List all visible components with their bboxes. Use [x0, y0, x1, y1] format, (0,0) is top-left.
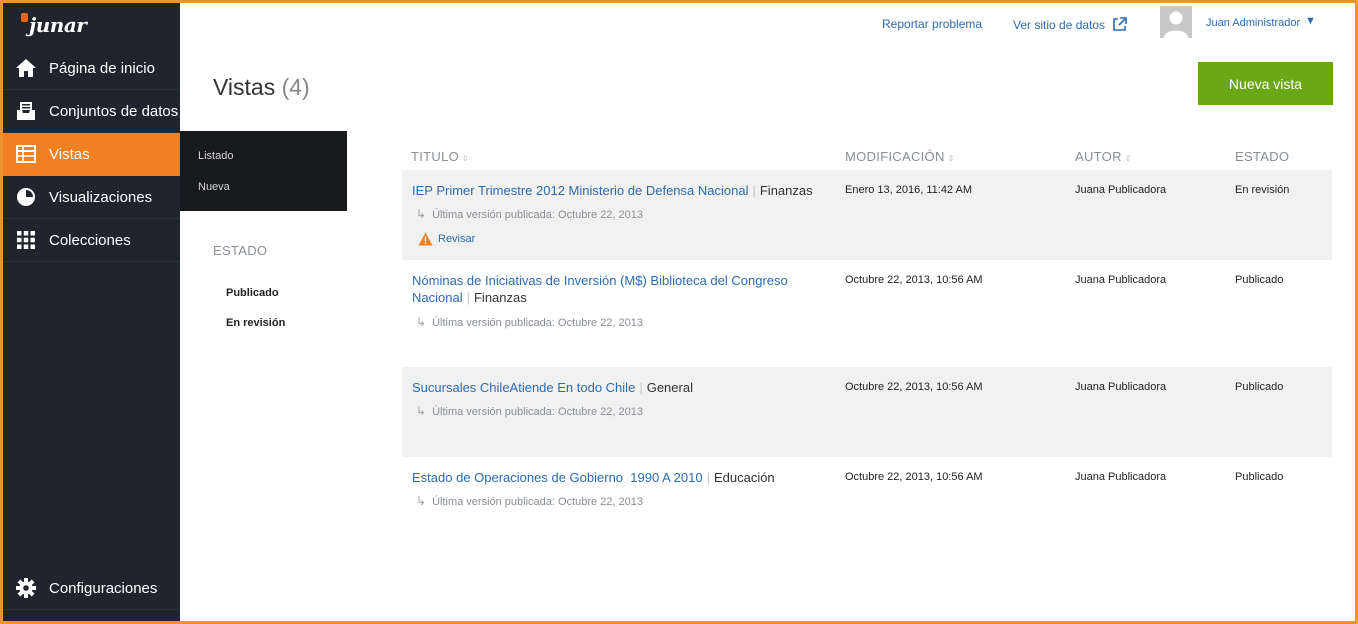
row-category: General: [646, 380, 693, 395]
row-category: Finanzas: [759, 183, 813, 198]
row-author: Juana Publicadora: [1075, 471, 1167, 483]
row-last-published-text: Última versión publicada: Octubre 22, 20…: [432, 209, 644, 221]
corner-arrow-icon: ↳: [416, 315, 427, 329]
sidebar-item-label: Página de inicio: [49, 59, 155, 77]
sort-icon[interactable]: ⇳: [462, 154, 469, 163]
row-category: Finanzas: [473, 290, 527, 305]
logo-mark-icon: [21, 12, 28, 22]
sidebar-item-conjuntos[interactable]: Conjuntos de datos: [3, 90, 180, 133]
row-title-line: Nóminas de Iniciativas de Inversión (M$)…: [412, 272, 812, 306]
page-title-count: (4): [281, 74, 310, 100]
filter-title: ESTADO: [213, 243, 268, 258]
chevron-down-icon[interactable]: ▼: [1305, 15, 1316, 27]
row-author: Juana Publicadora: [1075, 381, 1167, 393]
submenu-item-nueva[interactable]: Nueva: [198, 181, 230, 193]
avatar[interactable]: [1160, 6, 1192, 38]
sidebar-item-label: Configuraciones: [49, 579, 158, 597]
grid-icon: [15, 229, 37, 251]
sort-icon[interactable]: ⇳: [948, 154, 955, 163]
row-title-line: Estado de Operaciones de Gobierno 1990 A…: [412, 469, 832, 486]
column-header-author[interactable]: AUTOR ⇳: [1075, 149, 1132, 164]
sidebar-item-inicio[interactable]: Página de inicio: [3, 47, 180, 90]
sidebar-item-configuraciones[interactable]: Configuraciones: [3, 567, 180, 610]
column-header-title[interactable]: TITULO ⇳: [411, 149, 469, 164]
sort-icon[interactable]: ⇳: [1125, 154, 1132, 163]
new-view-button[interactable]: Nueva vista: [1198, 62, 1333, 105]
row-status: Publicado: [1235, 381, 1284, 393]
row-modified: Octubre 22, 2013, 10:56 AM: [845, 274, 983, 286]
sidebar-item-visualizaciones[interactable]: Visualizaciones: [3, 176, 180, 219]
column-header-label: MODIFICACIÓN: [845, 149, 945, 164]
row-last-published: ↳ Última versión publicada: Octubre 22, 2…: [416, 494, 643, 508]
review-link-label: Revisar: [438, 233, 476, 245]
sidebar-item-label: Visualizaciones: [49, 188, 153, 206]
logo-text: junar: [29, 13, 87, 37]
inbox-icon: [15, 100, 37, 122]
corner-arrow-icon: ↳: [416, 207, 427, 221]
row-last-published: ↳ Última versión publicada: Octubre 22, 2…: [416, 315, 643, 329]
sidebar: junar Página de inicio Conjuntos de dato…: [3, 3, 180, 621]
junar-logo[interactable]: junar: [21, 9, 87, 41]
separator: |: [752, 183, 756, 198]
row-title-line: Sucursales ChileAtiende En todo Chile | Ge…: [412, 379, 832, 396]
column-header-status: ESTADO: [1235, 149, 1289, 164]
home-icon: [15, 57, 37, 79]
sidebar-item-vistas[interactable]: Vistas: [3, 133, 180, 176]
review-link[interactable]: Revisar: [418, 232, 475, 246]
separator: |: [639, 380, 643, 395]
view-data-site-link[interactable]: Ver sitio de datos: [1013, 17, 1127, 32]
corner-arrow-icon: ↳: [416, 404, 427, 418]
row-category: Educación: [713, 470, 775, 485]
corner-arrow-icon: ↳: [416, 494, 427, 508]
row-title-line: IEP Primer Trimestre 2012 Ministerio de …: [412, 182, 832, 199]
column-header-label: AUTOR: [1075, 149, 1122, 164]
column-header-label: TITULO: [411, 149, 460, 164]
warning-icon: [418, 232, 433, 246]
column-header-label: ESTADO: [1235, 149, 1290, 164]
row-title-link[interactable]: IEP Primer Trimestre 2012 Ministerio de …: [412, 183, 748, 198]
report-problem-link[interactable]: Reportar problema: [882, 17, 982, 31]
sidebar-item-label: Vistas: [49, 145, 90, 163]
row-modified: Octubre 22, 2013, 10:56 AM: [845, 471, 983, 483]
table-row: Sucursales ChileAtiende En todo Chile | Ge…: [402, 367, 1332, 457]
user-menu[interactable]: Juan Administrador: [1206, 17, 1300, 29]
row-title-link[interactable]: Sucursales ChileAtiende En todo Chile: [412, 380, 635, 395]
row-title-link[interactable]: Estado de Operaciones de Gobierno 1990 A…: [412, 470, 703, 485]
row-status: En revisión: [1235, 184, 1290, 196]
sidebar-item-label: Conjuntos de datos: [49, 102, 179, 120]
row-modified: Octubre 22, 2013, 10:56 AM: [845, 381, 983, 393]
separator: |: [706, 470, 710, 485]
row-status: Publicado: [1235, 471, 1284, 483]
external-link-icon: [1112, 17, 1127, 32]
row-last-published: ↳ Última versión publicada: Octubre 22, 2…: [416, 404, 643, 418]
row-last-published-text: Última versión publicada: Octubre 22, 20…: [432, 406, 644, 418]
submenu-item-listado[interactable]: Listado: [198, 150, 233, 162]
row-author: Juana Publicadora: [1075, 184, 1167, 196]
row-last-published-text: Última versión publicada: Octubre 22, 20…: [432, 317, 644, 329]
page-title: Vistas (4): [213, 74, 310, 101]
row-status: Publicado: [1235, 274, 1284, 286]
table-row: IEP Primer Trimestre 2012 Ministerio de …: [402, 170, 1332, 260]
column-header-modified[interactable]: MODIFICACIÓN ⇳: [845, 149, 955, 164]
row-modified: Enero 13, 2016, 11:42 AM: [845, 184, 972, 196]
row-last-published: ↳ Última versión publicada: Octubre 22, 2…: [416, 207, 643, 221]
pie-chart-icon: [15, 186, 37, 208]
view-data-site-label: Ver sitio de datos: [1013, 17, 1106, 32]
sidebar-nav: Página de inicio Conjuntos de datos Vist…: [3, 47, 180, 262]
sidebar-item-colecciones[interactable]: Colecciones: [3, 219, 180, 262]
separator: |: [466, 290, 470, 305]
table-row: Nóminas de Iniciativas de Inversión (M$)…: [402, 260, 1332, 367]
page-title-text: Vistas: [213, 74, 276, 100]
row-last-published-text: Última versión publicada: Octubre 22, 20…: [432, 496, 644, 508]
row-author: Juana Publicadora: [1075, 274, 1167, 286]
sidebar-item-label: Colecciones: [49, 231, 131, 249]
table-icon: [15, 143, 37, 165]
vistas-submenu: Listado Nueva: [180, 131, 347, 211]
filter-publicado[interactable]: Publicado: [226, 287, 279, 299]
user-silhouette-icon: [1164, 11, 1188, 38]
filter-en-revision[interactable]: En revisión: [226, 317, 285, 329]
table-row: Estado de Operaciones de Gobierno 1990 A…: [402, 457, 1332, 527]
gear-icon: [15, 577, 37, 599]
